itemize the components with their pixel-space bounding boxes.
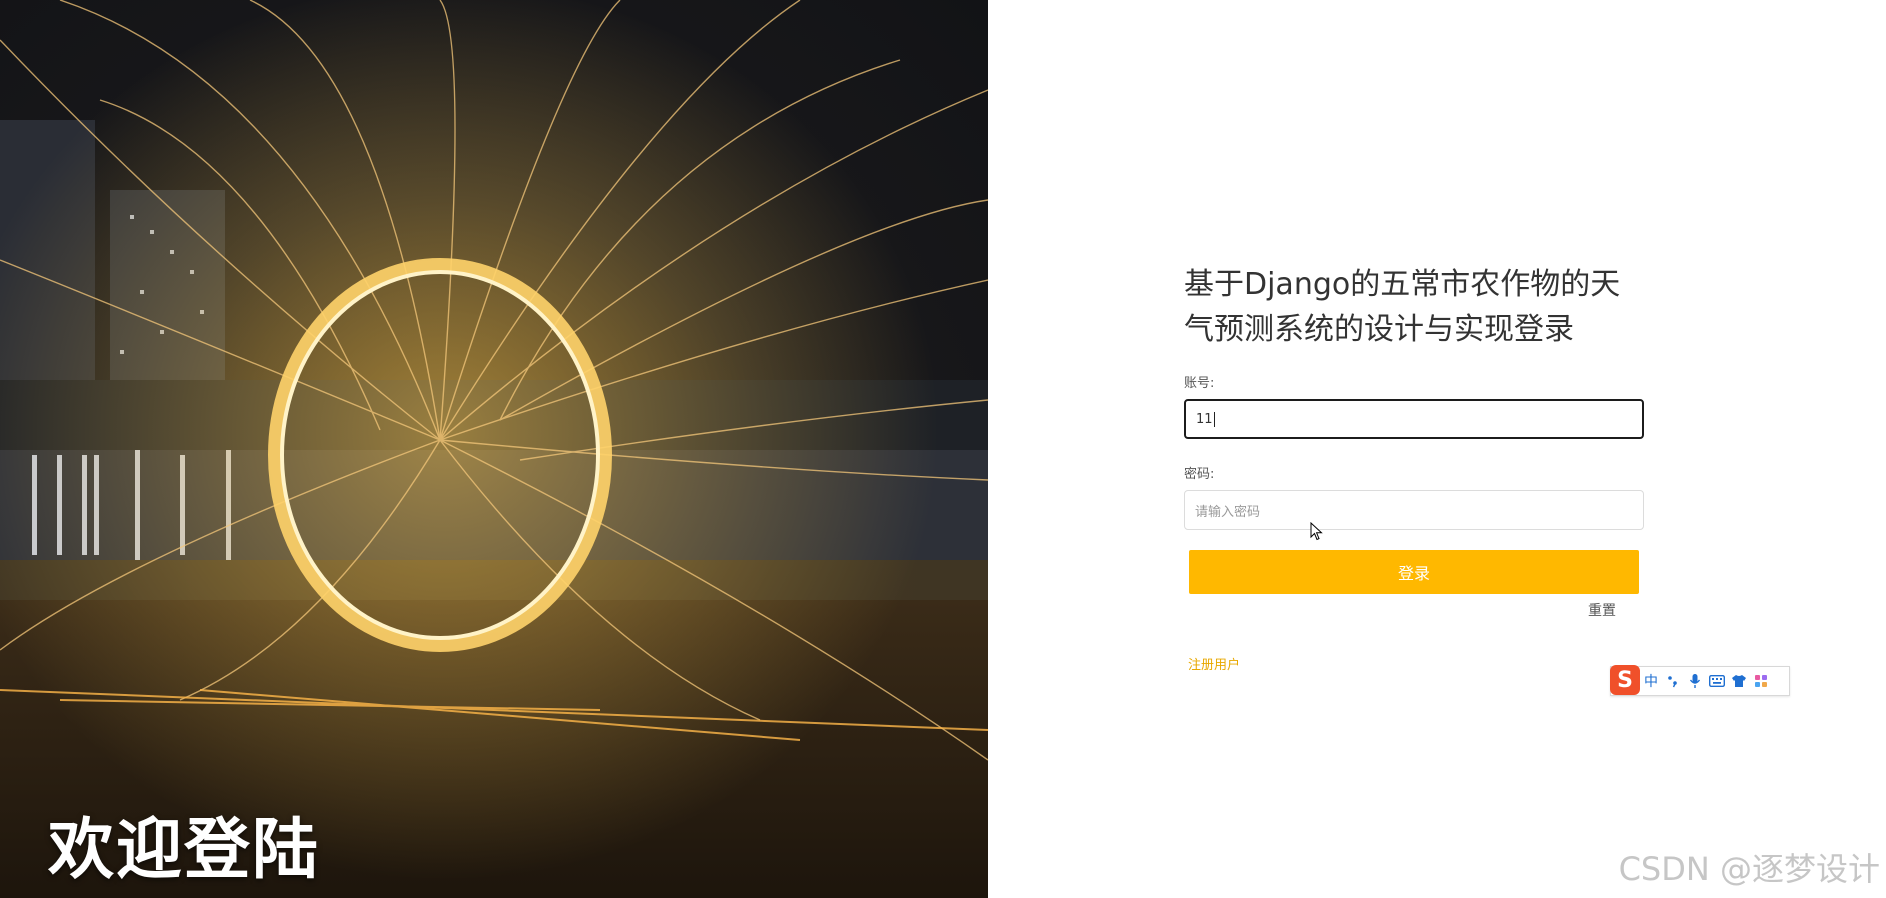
- account-label: 账号:: [1184, 376, 1215, 391]
- password-label: 密码:: [1184, 467, 1215, 482]
- account-input[interactable]: 11: [1184, 399, 1644, 439]
- register-link[interactable]: 注册用户: [1188, 654, 1240, 673]
- apps-icon[interactable]: [1750, 668, 1772, 694]
- account-input-value: 11: [1196, 411, 1213, 427]
- keyboard-icon[interactable]: [1706, 668, 1728, 694]
- password-placeholder: 请输入密码: [1195, 504, 1261, 520]
- skin-icon[interactable]: [1728, 668, 1750, 694]
- login-page: 欢迎登陆 基于Django的五常市农作物的天气预测系统的设计与实现登录 账号: …: [0, 0, 1886, 898]
- ime-mode-toggle[interactable]: 中: [1640, 668, 1662, 694]
- ime-toolbar: S 中: [1610, 665, 1790, 696]
- page-title: 基于Django的五常市农作物的天气预测系统的设计与实现登录: [1184, 267, 1621, 347]
- welcome-heading: 欢迎登陆: [48, 811, 320, 888]
- reset-button[interactable]: 重置: [1588, 600, 1616, 620]
- punctuation-icon[interactable]: [1662, 668, 1684, 694]
- hero-image-panel: 欢迎登陆: [0, 0, 988, 898]
- sogou-logo-icon[interactable]: S: [1610, 665, 1640, 695]
- password-input[interactable]: 请输入密码: [1184, 490, 1644, 530]
- microphone-icon[interactable]: [1684, 668, 1706, 694]
- steel-wool-photo: [0, 0, 988, 898]
- mouse-cursor-icon: [1310, 522, 1323, 541]
- login-button[interactable]: 登录: [1189, 550, 1639, 594]
- login-form: 基于Django的五常市农作物的天气预测系统的设计与实现登录 账号: 11 密码…: [1184, 262, 1644, 673]
- csdn-watermark: CSDN @逐梦设计: [1618, 850, 1880, 888]
- text-caret: [1213, 411, 1215, 427]
